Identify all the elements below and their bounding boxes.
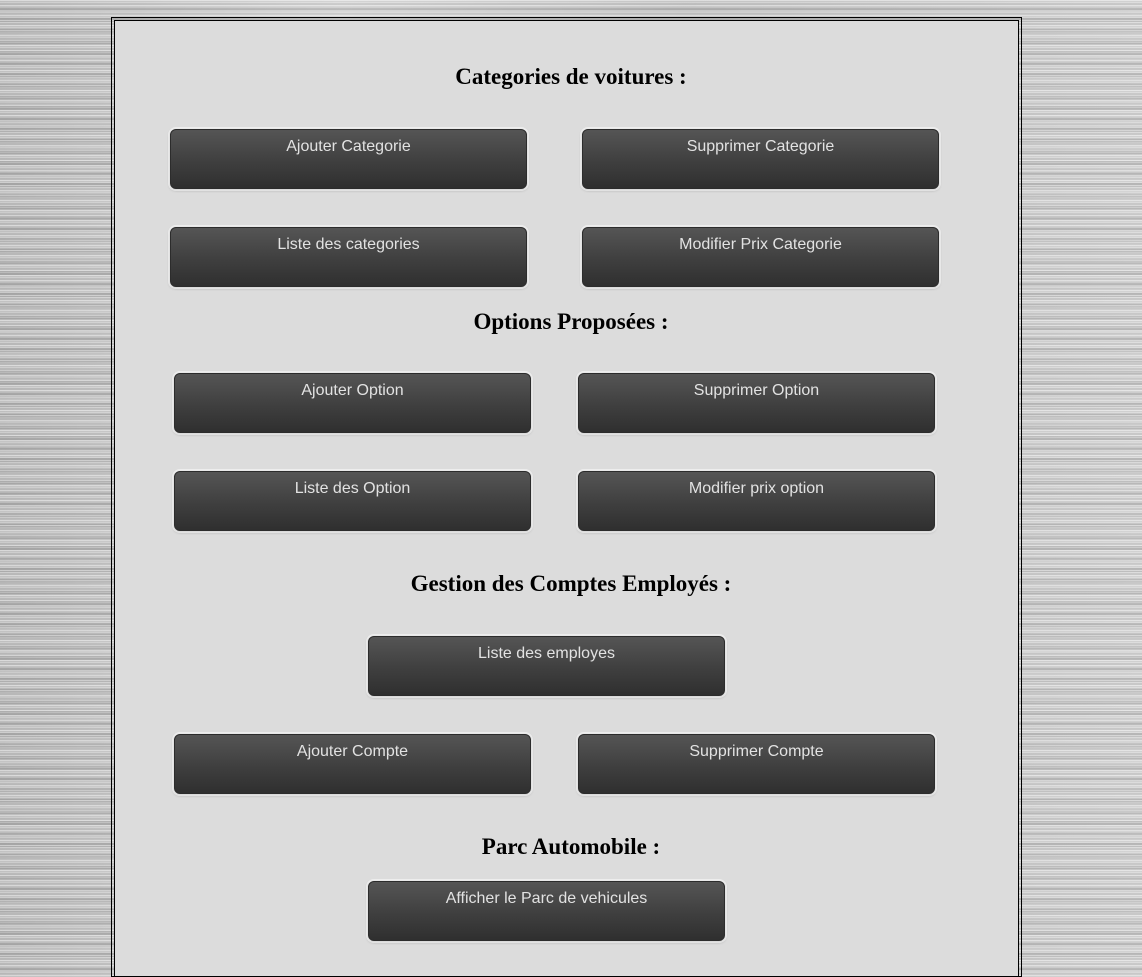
add-option-button[interactable]: Ajouter Option xyxy=(174,373,531,433)
edit-option-price-button[interactable]: Modifier prix option xyxy=(578,471,935,531)
delete-account-button[interactable]: Supprimer Compte xyxy=(578,734,935,794)
add-account-button[interactable]: Ajouter Compte xyxy=(174,734,531,794)
delete-category-button[interactable]: Supprimer Categorie xyxy=(582,129,939,189)
categories-heading: Categories de voitures : xyxy=(455,64,687,89)
delete-option-button[interactable]: Supprimer Option xyxy=(578,373,935,433)
options-heading: Options Proposées : xyxy=(473,309,669,334)
list-categories-button[interactable]: Liste des categories xyxy=(170,227,527,287)
list-employees-button[interactable]: Liste des employes xyxy=(368,636,725,696)
edit-category-price-button[interactable]: Modifier Prix Categorie xyxy=(582,227,939,287)
employees-heading: Gestion des Comptes Employés : xyxy=(410,571,732,596)
fleet-heading: Parc Automobile : xyxy=(481,834,661,859)
list-options-button[interactable]: Liste des Option xyxy=(174,471,531,531)
show-fleet-button[interactable]: Afficher le Parc de vehicules xyxy=(368,881,725,941)
add-category-button[interactable]: Ajouter Categorie xyxy=(170,129,527,189)
